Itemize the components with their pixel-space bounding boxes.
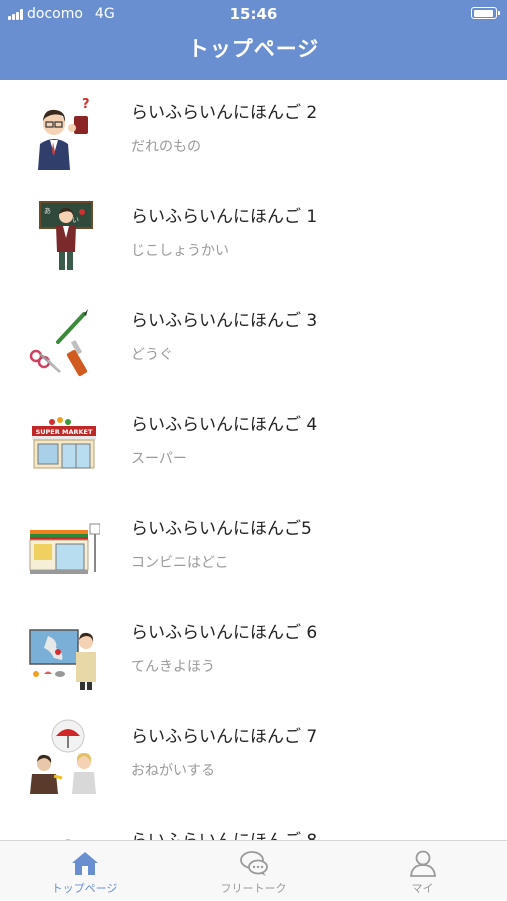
list-item[interactable]: らいふらいんにほんご5 コンビニはどこ: [0, 496, 507, 600]
chat-bubbles-icon: [240, 851, 268, 876]
lesson-title: らいふらいんにほんご 3: [131, 311, 318, 331]
lesson-subtitle: コンビニはどこ: [131, 555, 229, 571]
person-icon: [410, 850, 436, 877]
svg-text:?: ?: [82, 97, 90, 112]
status-time: 15:46: [229, 5, 278, 23]
lesson-title: らいふらいんにほんご 2: [131, 103, 318, 123]
tab-top-page[interactable]: トップページ: [0, 841, 169, 901]
lesson-title: らいふらいんにほんご 6: [131, 623, 318, 643]
tab-label: トップページ: [51, 882, 118, 895]
list-item[interactable]: らいふらいんにほんご 6 てんきよほう: [0, 600, 507, 704]
svg-text:あ: あ: [44, 207, 51, 215]
status-bar: docomo 4G 15:46: [0, 0, 507, 30]
teacher-holding-wallet-illustration: ?: [28, 94, 100, 170]
tab-my[interactable]: マイ: [338, 841, 507, 901]
lesson-title: らいふらいんにほんご 4: [131, 415, 318, 435]
list-item[interactable]: らいふらいんにほんご 7 おねがいする: [0, 704, 507, 808]
page-title: トップページ: [187, 37, 320, 61]
lesson-title: らいふらいんにほんご 7: [131, 727, 318, 747]
tab-label: マイ: [411, 882, 434, 895]
list-item[interactable]: らいふらいんにほんご 8: [0, 808, 507, 840]
list-item[interactable]: らいふらいんにほんご 3 どうぐ: [0, 288, 507, 392]
svg-text:い: い: [72, 216, 79, 224]
tab-label: フリートーク: [220, 882, 287, 895]
convenience-store-illustration: [28, 510, 100, 586]
lesson-title: らいふらいんにほんご 8: [131, 826, 317, 840]
list-item[interactable]: ? らいふらいんにほんご 2 だれのもの: [0, 80, 507, 184]
supermarket-sign-text: SUPER MARKET: [36, 428, 93, 436]
tools-illustration: [28, 302, 100, 378]
tab-free-talk[interactable]: フリートーク: [169, 841, 338, 901]
asking-favor-illustration: [28, 718, 100, 794]
lesson-subtitle: おねがいする: [131, 763, 215, 779]
lesson-subtitle: だれのもの: [131, 139, 201, 155]
home-icon: [72, 852, 98, 875]
teacher-at-blackboard-illustration: あ い: [28, 198, 100, 274]
lesson-subtitle: どうぐ: [131, 347, 173, 363]
supermarket-illustration: SUPER MARKET: [28, 406, 100, 482]
partial-illustration: [28, 822, 100, 840]
weather-forecast-illustration: [28, 614, 100, 690]
battery-icon: [471, 7, 500, 19]
lesson-subtitle: スーパー: [131, 451, 187, 467]
lesson-title: らいふらいんにほんご5: [131, 519, 312, 539]
tab-bar: トップページ フリートーク マイ: [0, 840, 507, 900]
lesson-subtitle: てんきよほう: [131, 659, 215, 675]
lesson-list[interactable]: ? らいふらいんにほんご 2 だれのもの あ い らいふらいんにほんご 1 じこ…: [0, 80, 507, 840]
list-item[interactable]: SUPER MARKET らいふらいんにほんご 4 スーパー: [0, 392, 507, 496]
lesson-title: らいふらいんにほんご 1: [131, 207, 318, 227]
app-header: docomo 4G 15:46 トップページ: [0, 0, 507, 80]
lesson-subtitle: じこしょうかい: [131, 243, 229, 259]
list-item[interactable]: あ い らいふらいんにほんご 1 じこしょうかい: [0, 184, 507, 288]
